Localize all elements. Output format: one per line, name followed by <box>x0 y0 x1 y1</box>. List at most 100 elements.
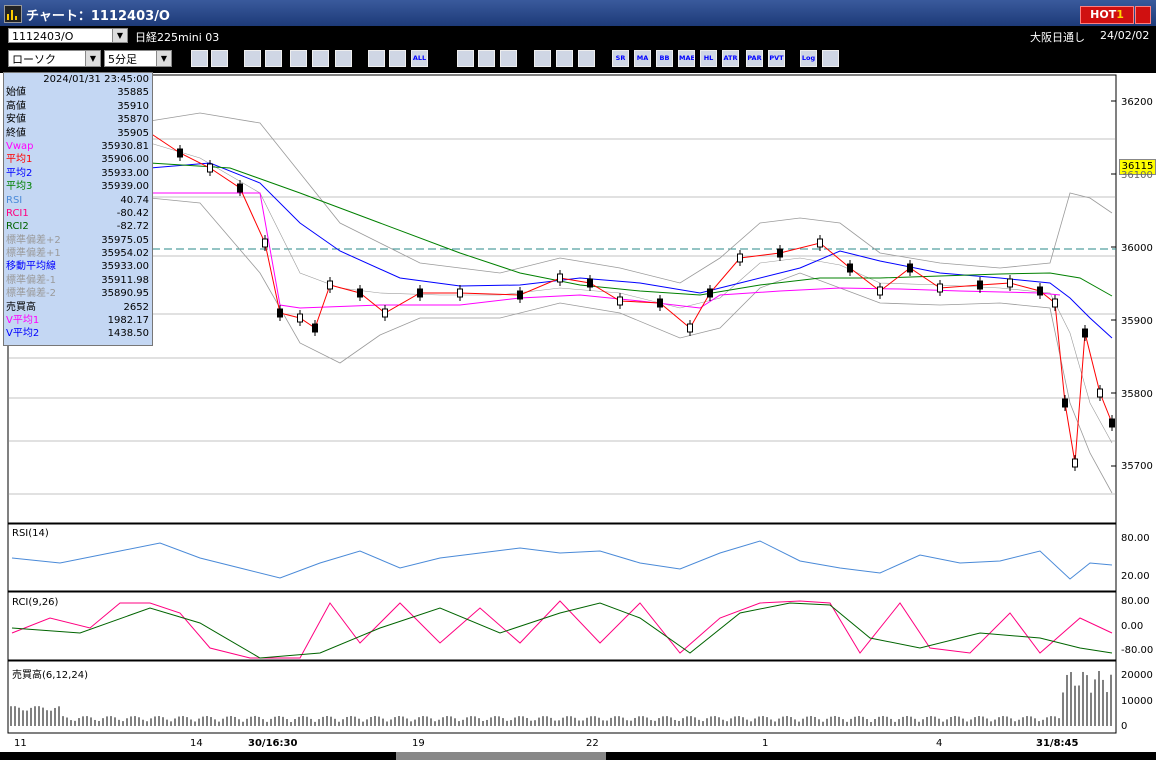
all-icon[interactable]: ALL <box>411 50 428 67</box>
volume-bar <box>898 719 900 726</box>
candle <box>382 308 388 318</box>
wrench-icon[interactable] <box>556 50 573 67</box>
candle <box>312 323 318 333</box>
volume-bar <box>62 716 64 726</box>
scroll-thumb[interactable] <box>396 752 606 760</box>
mae-icon[interactable]: MAE <box>678 50 695 67</box>
volume-bar <box>194 721 196 726</box>
volume-bar <box>114 717 116 726</box>
info-row: V平均1 1982.17 <box>4 314 152 327</box>
info-row: 平均3 35939.00 <box>4 180 152 193</box>
compare-icon[interactable] <box>335 50 352 67</box>
volume-bar <box>206 716 208 726</box>
volume-bar <box>450 716 452 726</box>
back-icon[interactable] <box>500 50 517 67</box>
candle <box>587 278 593 288</box>
symbol-select[interactable]: 1112403/O ▼ <box>8 28 128 43</box>
bar-ctrl-icon[interactable] <box>389 50 406 67</box>
pvt-icon[interactable]: PVT <box>768 50 785 67</box>
chevron-down-icon[interactable]: ▼ <box>112 29 127 42</box>
info-row: V平均2 1438.50 <box>4 327 152 340</box>
candle <box>877 286 883 296</box>
cursor-icon[interactable] <box>478 50 495 67</box>
volume-bar <box>558 720 560 726</box>
volume-bar <box>278 716 280 726</box>
volume-bar <box>990 721 992 726</box>
rsi-tick: 80.00 <box>1121 533 1150 544</box>
volume-bar <box>350 716 352 726</box>
volume-bar <box>878 716 880 726</box>
info-value: 35905 <box>117 127 149 139</box>
bb-icon[interactable]: BB <box>656 50 673 67</box>
time-tick: 22 <box>586 738 599 749</box>
volume-bar <box>354 716 356 726</box>
volume-bar <box>290 721 292 726</box>
symbol-bar: 1112403/O ▼ 日経225mini 03 大阪日通し 24/02/02 <box>0 26 1156 46</box>
volume-bar <box>918 721 920 726</box>
volume-bar <box>482 720 484 726</box>
ma-icon[interactable]: MA <box>634 50 651 67</box>
volume-bar <box>478 718 480 726</box>
candle <box>1052 298 1058 308</box>
candle-icon[interactable] <box>368 50 385 67</box>
timeframe-select[interactable]: 5分足 ▼ <box>104 50 172 67</box>
volume-bar <box>1022 717 1024 726</box>
volume-bar <box>906 716 908 726</box>
info-value: 1982.17 <box>107 315 149 327</box>
volume-bar <box>430 718 432 726</box>
crosshair-icon[interactable] <box>211 50 228 67</box>
volume-bar <box>314 721 316 726</box>
volume-bar <box>762 716 764 726</box>
candle <box>207 163 213 173</box>
rsi-tick: 20.00 <box>1121 571 1150 582</box>
info-value: 35939.00 <box>101 181 149 193</box>
volume-bar <box>562 717 564 726</box>
hl-icon[interactable]: HL <box>700 50 717 67</box>
hot-button[interactable]: HOT1 <box>1080 6 1134 24</box>
volume-bar <box>590 716 592 726</box>
volume-bar <box>754 718 756 726</box>
volume-bar <box>930 716 932 726</box>
volume-bar <box>498 716 500 726</box>
volume-bar <box>982 716 984 726</box>
chevron-down-icon[interactable]: ▼ <box>85 51 100 66</box>
bell-icon[interactable] <box>244 50 261 67</box>
chevron-down-icon[interactable]: ▼ <box>156 51 171 66</box>
volume-tick: 20000 <box>1121 670 1153 681</box>
volume-bar <box>842 719 844 726</box>
volume-bar <box>834 716 836 726</box>
volume-bar <box>454 718 456 726</box>
volume-bar <box>518 716 520 726</box>
volume-bar <box>830 716 832 726</box>
exit-icon[interactable] <box>822 50 839 67</box>
volume-bar <box>238 719 240 726</box>
sr-icon[interactable]: SR <box>612 50 629 67</box>
pen-icon[interactable] <box>457 50 474 67</box>
volume-bar <box>574 717 576 726</box>
volume-bar <box>774 721 776 726</box>
horizontal-scrollbar[interactable] <box>0 752 1156 760</box>
volume-bar <box>522 716 524 726</box>
log-icon[interactable]: Log <box>800 50 817 67</box>
volume-bar <box>370 717 372 726</box>
volume-bar <box>646 717 648 726</box>
search-icon[interactable] <box>191 50 208 67</box>
atr-icon[interactable]: ATR <box>722 50 739 67</box>
grid-icon[interactable] <box>265 50 282 67</box>
info-label: 高値 <box>6 100 26 112</box>
par-icon[interactable]: PAR <box>746 50 763 67</box>
magnifier-icon[interactable] <box>534 50 551 67</box>
chart-type-select[interactable]: ローソク ▼ <box>8 50 101 67</box>
close-icon[interactable] <box>1135 6 1151 24</box>
chart-area[interactable] <box>0 73 1156 760</box>
volume-bar <box>126 718 128 726</box>
price-tick: 35800 <box>1121 389 1153 400</box>
volume-bar <box>406 718 408 726</box>
volume-bar <box>770 719 772 726</box>
palette-icon[interactable] <box>578 50 595 67</box>
volume-bar <box>962 718 964 726</box>
line-chart-icon[interactable] <box>312 50 329 67</box>
info-row: 安値 35870 <box>4 113 152 126</box>
volume-bar <box>782 716 784 726</box>
scale-fit-icon[interactable] <box>290 50 307 67</box>
